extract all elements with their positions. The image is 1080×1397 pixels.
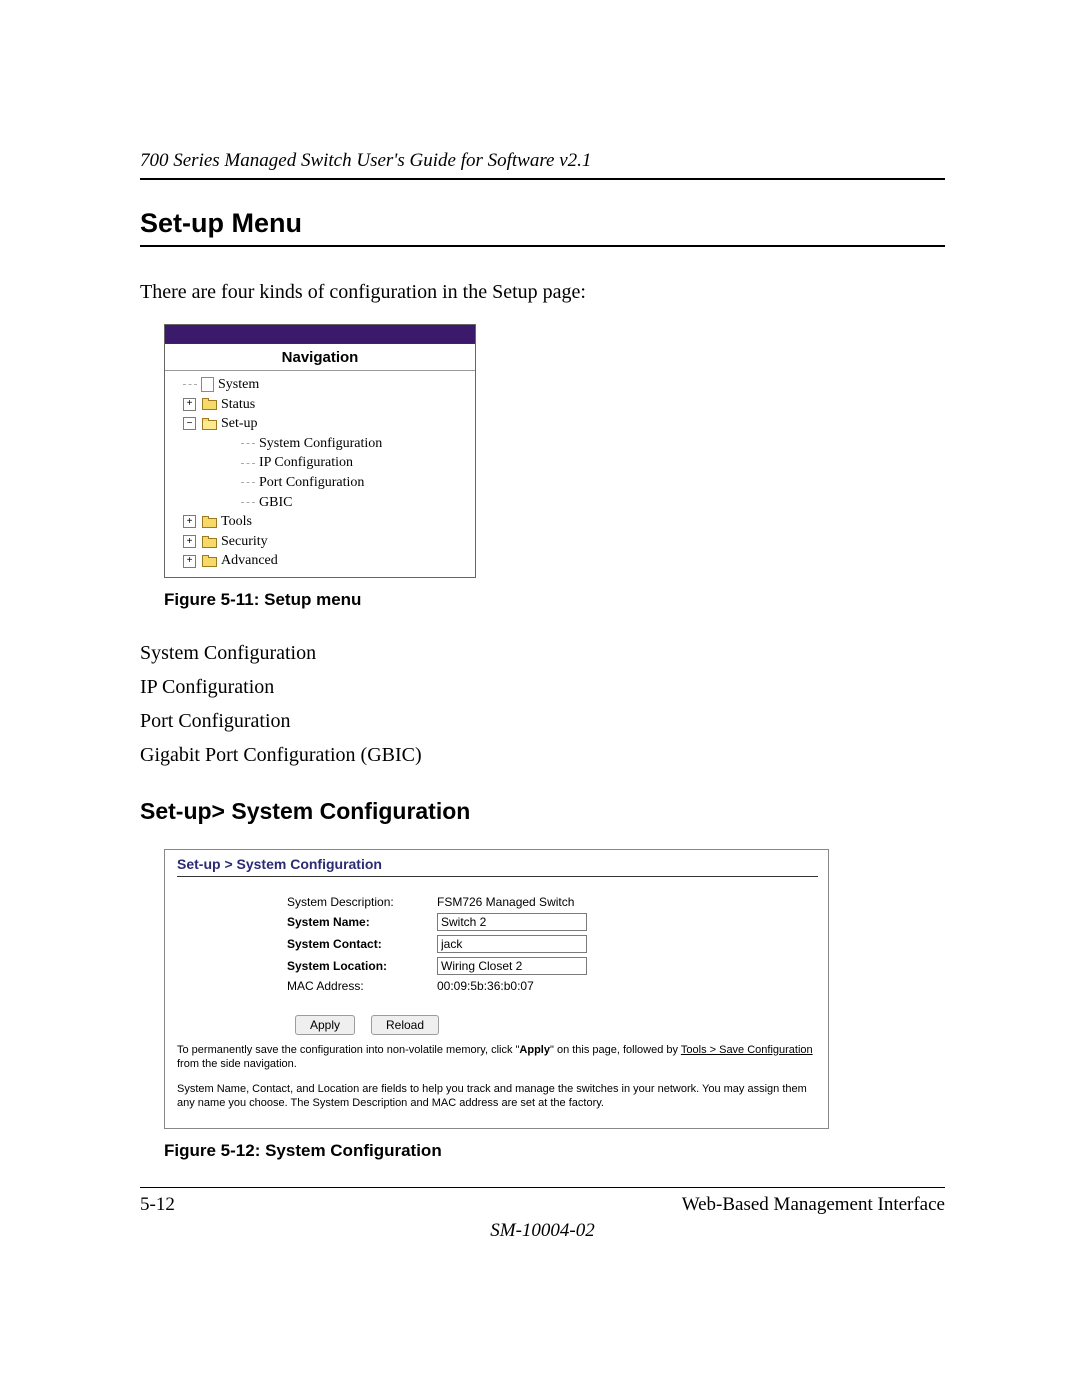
row-system-description: System Description: FSM726 Managed Switc… (287, 895, 818, 909)
figure-5-12-caption: Figure 5-12: System Configuration (164, 1141, 945, 1161)
nav-item-system[interactable]: System (171, 375, 469, 395)
row-system-contact: System Contact: (287, 935, 818, 953)
label-mac-address: MAC Address: (287, 979, 437, 993)
row-system-location: System Location: (287, 957, 818, 975)
nav-label: System Configuration (259, 434, 382, 454)
reload-button[interactable]: Reload (371, 1015, 439, 1035)
section-sysconf-title: Set-up> System Configuration (140, 798, 945, 825)
config-item: Port Configuration (140, 704, 945, 738)
nav-label: GBIC (259, 493, 292, 513)
folder-icon (202, 398, 217, 410)
label-system-description: System Description: (287, 895, 437, 909)
label-system-name: System Name: (287, 915, 437, 929)
row-system-name: System Name: (287, 913, 818, 931)
folder-icon (202, 555, 217, 567)
nav-item-gbic[interactable]: GBIC (171, 493, 469, 513)
doc-icon (201, 377, 214, 392)
nav-item-tools[interactable]: + Tools (171, 512, 469, 532)
footer-divider (140, 1187, 945, 1188)
nav-label: Port Configuration (259, 473, 364, 493)
doc-header: 700 Series Managed Switch User's Guide f… (140, 150, 945, 180)
sysconf-save-note: To permanently save the configuration in… (177, 1043, 818, 1072)
label-system-location: System Location: (287, 959, 437, 973)
nav-label: Status (221, 395, 255, 415)
nav-label: Advanced (221, 551, 278, 571)
collapse-icon[interactable]: − (183, 417, 196, 430)
nav-label: System (218, 375, 259, 395)
config-kinds-list: System Configuration IP Configuration Po… (140, 636, 945, 772)
sysconf-breadcrumb: Set-up > System Configuration (177, 856, 818, 872)
config-item: Gigabit Port Configuration (GBIC) (140, 738, 945, 772)
section-setup-menu-title: Set-up Menu (140, 208, 945, 247)
expand-icon[interactable]: + (183, 555, 196, 568)
sysconf-fields-note: System Name, Contact, and Location are f… (177, 1082, 818, 1111)
nav-label: Tools (221, 512, 252, 532)
expand-icon[interactable]: + (183, 515, 196, 528)
config-item: IP Configuration (140, 670, 945, 704)
nav-label: Set-up (221, 414, 258, 434)
input-system-contact[interactable] (437, 935, 587, 953)
nav-label: Security (221, 532, 268, 552)
nav-item-advanced[interactable]: + Advanced (171, 551, 469, 571)
page-number: 5-12 (140, 1194, 175, 1216)
nav-item-status[interactable]: + Status (171, 395, 469, 415)
input-system-location[interactable] (437, 957, 587, 975)
sysconf-form: System Description: FSM726 Managed Switc… (287, 895, 818, 993)
footer-section-name: Web-Based Management Interface (682, 1194, 945, 1216)
folder-open-icon (202, 418, 217, 430)
label-system-contact: System Contact: (287, 937, 437, 951)
input-system-name[interactable] (437, 913, 587, 931)
figure-5-11-caption: Figure 5-11: Setup menu (164, 590, 945, 610)
apply-button[interactable]: Apply (295, 1015, 355, 1035)
nav-item-sysconf[interactable]: System Configuration (171, 434, 469, 454)
nav-banner (165, 325, 475, 344)
folder-icon (202, 536, 217, 548)
row-mac-address: MAC Address: 00:09:5b:36:b0:07 (287, 979, 818, 993)
expand-icon[interactable]: + (183, 535, 196, 548)
system-config-panel-figure: Set-up > System Configuration System Des… (164, 849, 829, 1129)
nav-heading: Navigation (165, 344, 475, 371)
nav-label: IP Configuration (259, 453, 353, 473)
nav-item-security[interactable]: + Security (171, 532, 469, 552)
setup-intro-text: There are four kinds of configuration in… (140, 281, 945, 304)
nav-item-setup[interactable]: − Set-up (171, 414, 469, 434)
divider (177, 876, 818, 877)
nav-item-ipconf[interactable]: IP Configuration (171, 453, 469, 473)
folder-icon (202, 516, 217, 528)
config-item: System Configuration (140, 636, 945, 670)
nav-tree: System + Status − Set-up System Configur… (165, 371, 475, 577)
value-mac-address: 00:09:5b:36:b0:07 (437, 979, 534, 993)
expand-icon[interactable]: + (183, 398, 196, 411)
value-system-description: FSM726 Managed Switch (437, 895, 574, 909)
nav-item-portconf[interactable]: Port Configuration (171, 473, 469, 493)
navigation-panel-figure: Navigation System + Status − Set-up Syst… (164, 324, 476, 578)
document-code: SM-10004-02 (140, 1220, 945, 1242)
